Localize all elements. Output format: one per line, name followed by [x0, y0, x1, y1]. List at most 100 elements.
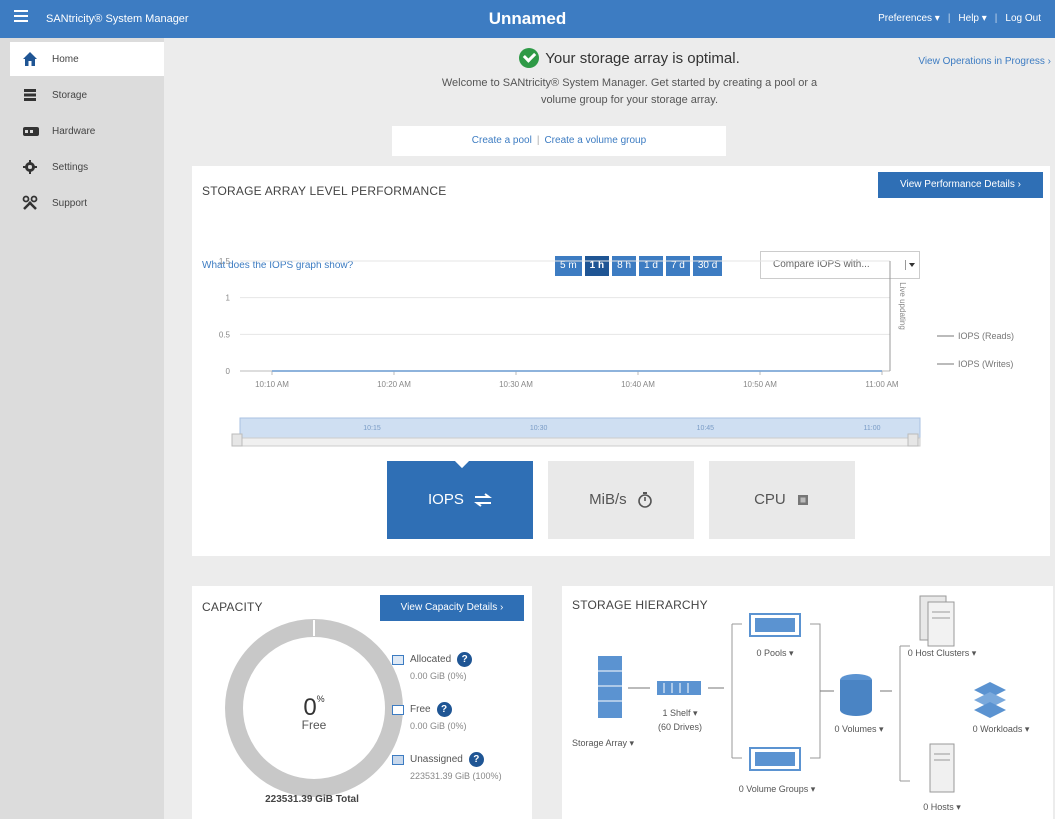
y-tick-label: 1	[226, 294, 231, 303]
navigator-tick-label: 10:45	[697, 425, 715, 432]
hosts-menu[interactable]: 0 Hosts ▾	[914, 802, 970, 813]
x-tick-label: 10:50 AM	[743, 380, 777, 389]
percent-sign: %	[316, 694, 325, 704]
storage-hierarchy-panel: STORAGE HIERARCHY Storage Array ▾ 1 Shel…	[562, 586, 1053, 819]
percent-value: 0	[303, 694, 317, 721]
navigator-tick-label: 11:00	[864, 425, 881, 432]
legend-value: 0.00 GiB (0%)	[410, 671, 467, 681]
separator: |	[947, 13, 951, 24]
x-tick-label: 11:00 AM	[865, 380, 899, 389]
hamburger-menu-icon[interactable]	[14, 10, 28, 24]
volumes-menu[interactable]: 0 Volumes ▾	[828, 724, 890, 735]
navigator-scrollbar	[239, 437, 921, 447]
scroll-left-button	[231, 433, 243, 447]
host-clusters-menu[interactable]: 0 Host Clusters ▾	[896, 648, 988, 659]
metric-tab-cpu[interactable]: CPU	[709, 461, 855, 539]
legend-label: IOPS (Reads)	[958, 331, 1014, 341]
host-icon[interactable]	[929, 743, 955, 793]
metric-tab-mibs[interactable]: MiB/s	[548, 461, 694, 539]
help-icon[interactable]: ?	[436, 702, 452, 717]
y-tick-label: 1.5	[219, 257, 231, 266]
logout-link[interactable]: Log Out	[1005, 13, 1041, 24]
metric-label: CPU	[754, 491, 786, 508]
home-icon	[22, 51, 38, 67]
capacity-total: 223531.39 GiB Total	[265, 794, 359, 805]
legend-value: 0.00 GiB (0%)	[410, 721, 467, 731]
navigator-bar	[239, 417, 921, 439]
x-tick-label: 10:20 AM	[377, 380, 411, 389]
y-tick-label: 0.5	[219, 330, 231, 339]
bracket-line	[810, 623, 821, 759]
legend-unassigned: Unassigned? 223531.39 GiB (100%)	[392, 752, 502, 781]
help-icon[interactable]: ?	[468, 752, 484, 767]
cpu-icon	[797, 495, 808, 506]
sidebar-item-settings[interactable]: Settings	[10, 150, 164, 184]
gear-icon	[22, 159, 38, 175]
top-bar: SANtricity® System Manager Unnamed Prefe…	[0, 0, 1055, 38]
swap-arrows-icon	[474, 493, 493, 507]
x-tick-label: 10:10 AM	[255, 380, 289, 389]
x-tick-label: 10:40 AM	[621, 380, 655, 389]
stopwatch-icon	[638, 492, 652, 508]
bracket-line	[732, 623, 742, 759]
welcome-line: Welcome to SANtricity® System Manager. G…	[441, 77, 818, 89]
separator: |	[536, 135, 540, 146]
volume-group-icon[interactable]	[749, 747, 801, 771]
volume-groups-menu[interactable]: 0 Volume Groups ▾	[722, 784, 832, 795]
legend-label: IOPS (Writes)	[958, 359, 1013, 369]
free-swatch	[392, 704, 404, 715]
pools-menu[interactable]: 0 Pools ▾	[742, 648, 808, 659]
create-pool-link[interactable]: Create a pool	[472, 135, 532, 146]
metric-label: IOPS	[427, 491, 464, 508]
host-cluster-icon[interactable]	[919, 595, 955, 647]
welcome-text: Welcome to SANtricity® System Manager. G…	[164, 75, 1055, 109]
legend-allocated: Allocated? 0.00 GiB (0%)	[392, 652, 473, 681]
unassigned-swatch	[392, 754, 404, 765]
workloads-icon[interactable]	[974, 682, 1006, 718]
shelf-menu[interactable]: 1 Shelf ▾	[654, 708, 706, 719]
donut-marker	[313, 620, 315, 636]
shelf-icon[interactable]	[657, 681, 701, 695]
legend-label: Unassigned	[410, 754, 463, 766]
create-volume-group-link[interactable]: Create a volume group	[544, 135, 646, 146]
legend-label: Free	[410, 704, 431, 716]
sidebar-item-label: Home	[52, 53, 79, 65]
welcome-line: volume group for your storage array.	[540, 94, 719, 106]
live-updating-label: Live updating	[898, 282, 907, 330]
sidebar-item-support[interactable]: Support	[10, 186, 164, 220]
workloads-menu[interactable]: 0 Workloads ▾	[960, 724, 1042, 735]
sidebar-item-label: Hardware	[52, 125, 96, 137]
free-label: Free	[301, 718, 327, 732]
donut-center: 0% Free	[264, 694, 364, 732]
preferences-menu[interactable]: Preferences ▾	[878, 13, 940, 24]
view-operations-link[interactable]: View Operations in Progress ›	[918, 56, 1051, 67]
check-circle-icon	[519, 48, 540, 68]
hardware-icon	[22, 123, 39, 139]
storage-array-menu[interactable]: Storage Array ▾	[572, 738, 634, 749]
main-content: Your storage array is optimal. Welcome t…	[164, 38, 1055, 819]
sidebar: Home Storage Hardware Settings Support	[0, 38, 164, 819]
sidebar-item-label: Storage	[52, 89, 88, 101]
legend-label: Allocated	[410, 654, 452, 666]
drives-count: (60 Drives)	[657, 722, 702, 732]
help-menu[interactable]: Help ▾	[958, 13, 986, 24]
legend-value: 223531.39 GiB (100%)	[410, 771, 502, 781]
metric-tab-iops[interactable]: IOPS	[387, 453, 533, 539]
help-icon[interactable]: ?	[457, 652, 473, 667]
status-headline: Your storage array is optimal.	[519, 48, 740, 68]
sidebar-item-hardware[interactable]: Hardware	[10, 114, 164, 148]
storage-icon	[22, 87, 38, 103]
volumes-icon[interactable]	[840, 674, 872, 716]
sidebar-item-label: Settings	[52, 161, 89, 173]
create-links: Create a pool | Create a volume group	[392, 126, 726, 156]
performance-panel: STORAGE ARRAY LEVEL PERFORMANCE View Per…	[192, 166, 1050, 556]
sidebar-item-storage[interactable]: Storage	[10, 78, 164, 112]
storage-array-icon[interactable]	[598, 656, 622, 718]
tools-icon	[22, 195, 38, 211]
sidebar-item-home[interactable]: Home	[10, 42, 164, 76]
bracket-line	[899, 645, 910, 782]
scroll-right-button	[907, 433, 919, 447]
metric-label: MiB/s	[589, 491, 627, 508]
app-brand: SANtricity® System Manager	[46, 13, 189, 25]
pool-icon[interactable]	[749, 613, 801, 637]
